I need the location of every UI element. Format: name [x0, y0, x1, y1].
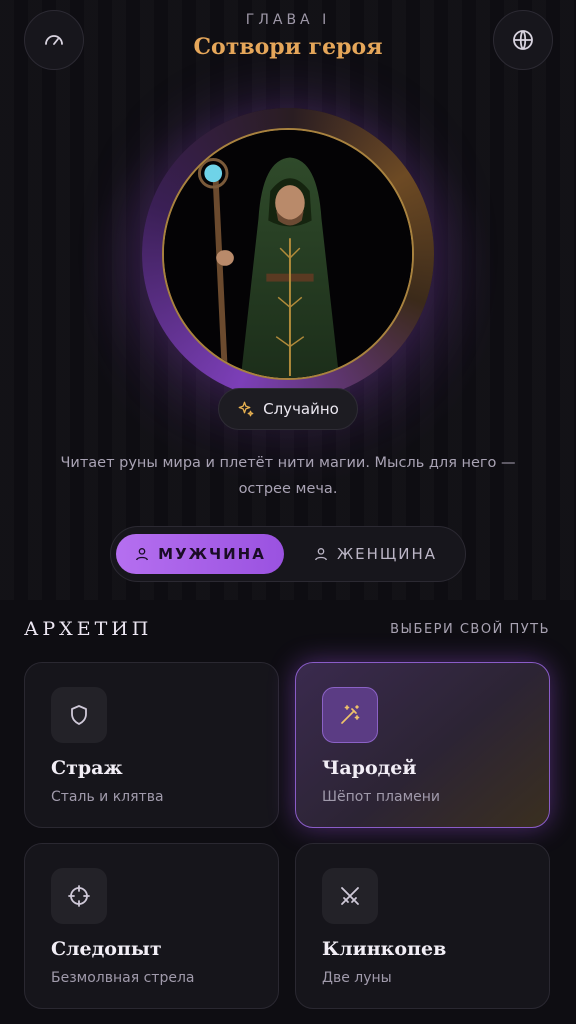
card-icon-box: [51, 687, 107, 743]
archetype-card-subtitle: Безмолвная стрела: [51, 970, 195, 986]
random-button-label: Случайно: [263, 400, 339, 418]
language-button[interactable]: [493, 10, 553, 70]
card-icon-box: [322, 868, 378, 924]
hero-mage-image: [164, 130, 412, 378]
magic-wand-icon: [341, 705, 360, 724]
archetype-card-subtitle: Две луны: [322, 970, 392, 986]
gender-female-button[interactable]: ЖЕНЩИНА: [291, 534, 459, 574]
card-icon-box: [322, 687, 378, 743]
archetype-card-title: Следопыт: [51, 938, 162, 960]
gender-male-button[interactable]: МУЖЧИНА: [116, 534, 284, 574]
person-icon: [314, 548, 327, 561]
shield-icon: [71, 705, 87, 725]
chapter-label: ГЛАВА I: [245, 12, 331, 28]
archetype-card-ranger[interactable]: Следопыт Безмолвная стрела: [24, 843, 279, 1009]
archetype-heading: АРХЕТИП: [24, 618, 153, 640]
gender-selector: МУЖЧИНА ЖЕНЩИНА: [110, 526, 466, 582]
gender-female-label: ЖЕНЩИНА: [336, 545, 438, 563]
page-title: Сотвори героя: [193, 34, 383, 60]
archetype-card-sorcerer[interactable]: Чародей Шёпот пламени: [295, 662, 550, 828]
gender-male-label: МУЖЧИНА: [158, 545, 266, 563]
archetype-card-title: Клинкопев: [322, 938, 447, 960]
archetype-card-subtitle: Сталь и клятва: [51, 789, 164, 805]
person-icon: [136, 548, 149, 561]
archetype-card-title: Страж: [51, 757, 123, 779]
sparkles-icon: [238, 401, 254, 417]
archetype-hint: ВЫБЕРИ СВОЙ ПУТЬ: [390, 622, 550, 637]
random-button[interactable]: Случайно: [218, 388, 358, 430]
card-icon-box: [51, 868, 107, 924]
hero-description: Читает руны мира и плетёт нити магии. Мы…: [60, 455, 516, 497]
crossed-swords-icon: [341, 887, 359, 905]
archetype-card-guardian[interactable]: Страж Сталь и клятва: [24, 662, 279, 828]
globe-icon: [513, 30, 533, 50]
archetype-card-subtitle: Шёпот пламени: [322, 789, 441, 805]
archetype-card-title: Чародей: [322, 757, 417, 779]
archetype-card-bladesinger[interactable]: Клинкопев Две луны: [295, 843, 550, 1009]
crosshair-icon: [68, 885, 90, 907]
hero-portrait: [162, 128, 414, 380]
